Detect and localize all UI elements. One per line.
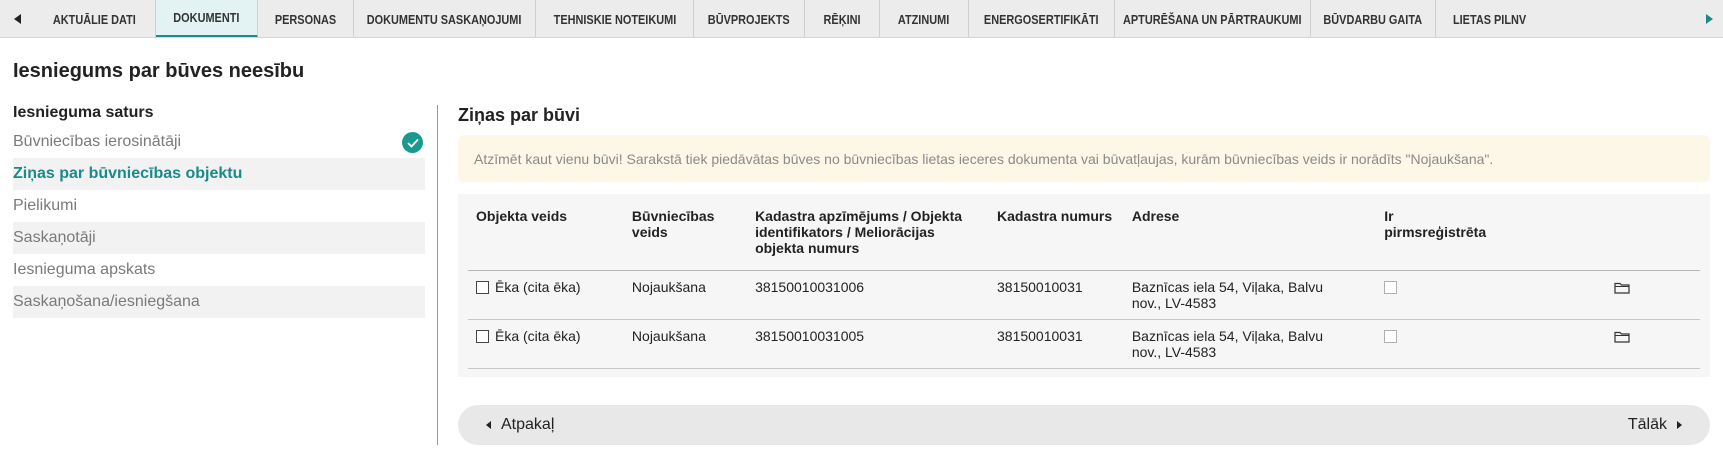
col-header-address: Adrese	[1123, 204, 1377, 271]
tab-label: TEHNISKIE NOTEIKUMI	[553, 11, 676, 27]
folder-icon[interactable]	[1614, 330, 1630, 343]
cell-cadastre-designation: 38150010031006	[747, 270, 989, 320]
cell-object-type: Ēka (cita ēka)	[468, 270, 624, 320]
cell-cadastre-number: 38150010031	[989, 319, 1124, 369]
nav-item-saskanotaji[interactable]: Saskaņotāji	[13, 222, 425, 254]
tabs-list: AKTUĀLIE DATI DOKUMENTI PERSONAS DOKUMEN…	[34, 0, 1556, 37]
tab-dokumenti[interactable]: DOKUMENTI	[156, 0, 258, 37]
buildings-table: Objekta veids Būvniecības veids Kadastra…	[468, 204, 1700, 369]
tab-tehniskie-noteikumi[interactable]: TEHNISKIE NOTEIKUMI	[536, 0, 694, 37]
tab-bar: AKTUĀLIE DATI DOKUMENTI PERSONAS DOKUMEN…	[0, 0, 1723, 38]
nav-item-zinas-par-buvniecibas-objektu[interactable]: Ziņas par būvniecības objektu	[13, 158, 425, 190]
nav-item-saskanosana-iesniegsana[interactable]: Saskaņošana/iesniegšana	[13, 286, 425, 318]
nav-item-label: Ziņas par būvniecības objektu	[13, 165, 243, 182]
cell-pre-registered	[1376, 319, 1607, 369]
nav-heading: Iesnieguma saturs	[13, 104, 154, 121]
tab-personas[interactable]: PERSONAS	[258, 0, 354, 37]
tab-label: DOKUMENTU SASKAŅOJUMI	[367, 11, 522, 27]
tab-dokumentu-saskanojumi[interactable]: DOKUMENTU SASKAŅOJUMI	[354, 0, 536, 37]
chevron-left-icon	[13, 13, 21, 24]
tab-label: ENERGOSERTIFIKĀTI	[984, 11, 1099, 27]
chevron-right-icon	[1677, 421, 1682, 429]
pre-registered-checkbox	[1384, 329, 1398, 343]
application-steps-nav: Iesnieguma saturs Būvniecības ierosinātā…	[13, 104, 425, 318]
nav-item-pielikumi[interactable]: Pielikumi	[13, 190, 425, 222]
col-header-object-type: Objekta veids	[468, 204, 624, 271]
table-row: Ēka (cita ēka) Nojaukšana 38150010031006…	[468, 270, 1700, 320]
tab-label: ATZINUMI	[898, 11, 950, 27]
tabs-scroll-left-button[interactable]	[0, 0, 34, 37]
cell-address: Baznīcas iela 54, Viļaka, Balvu nov., LV…	[1123, 270, 1377, 320]
row-select-checkbox[interactable]	[476, 329, 489, 343]
tab-label: PERSONAS	[274, 11, 337, 27]
cell-actions	[1606, 270, 1700, 320]
nav-item-buvniecibas-ierosinataji[interactable]: Būvniecības ierosinātāji	[13, 126, 425, 158]
object-type-text: Ēka (cita ēka)	[495, 278, 581, 295]
col-header-construction-type: Būvniecības veids	[623, 204, 748, 271]
cell-address: Baznīcas iela 54, Viļaka, Balvu nov., LV…	[1123, 319, 1377, 369]
object-type-text: Ēka (cita ēka)	[495, 327, 581, 344]
folder-icon[interactable]	[1614, 281, 1630, 294]
col-header-cadastre-number: Kadastra numurs	[989, 204, 1124, 271]
buildings-table-container: Objekta veids Būvniecības veids Kadastra…	[458, 194, 1710, 377]
cell-object-type: Ēka (cita ēka)	[468, 319, 624, 369]
notice-text: Atzīmēt kaut vienu būvi! Sarakstā tiek p…	[474, 150, 1494, 167]
step-pager: Atpakaļ Tālāk	[458, 405, 1710, 445]
tab-lietas-pilnvaras[interactable]: LIETAS PILNV	[1436, 0, 1556, 37]
tab-label: APTURĒŠANA UN PĀRTRAUKUMI	[1123, 11, 1302, 27]
col-header-pre-registered: Ir pirmsreģistrēta	[1376, 204, 1607, 271]
tab-label: RĒĶINI	[823, 11, 861, 27]
next-button[interactable]: Tālāk	[1628, 416, 1682, 434]
cell-pre-registered	[1376, 270, 1607, 320]
notice-banner: Atzīmēt kaut vienu būvi! Sarakstā tiek p…	[458, 135, 1710, 182]
cell-cadastre-number: 38150010031	[989, 270, 1124, 320]
nav-item-label: Saskaņošana/iesniegšana	[13, 293, 200, 310]
tab-aktualie-dati[interactable]: AKTUĀLIE DATI	[34, 0, 156, 37]
tab-label: DOKUMENTI	[173, 10, 240, 25]
tab-apturesana-un-partraukumi[interactable]: APTURĒŠANA UN PĀRTRAUKUMI	[1115, 0, 1311, 37]
tab-atzinumi[interactable]: ATZINUMI	[880, 0, 969, 37]
nav-item-iesnieguma-apskats[interactable]: Iesnieguma apskats	[13, 254, 425, 286]
chevron-left-icon	[486, 421, 491, 429]
tab-label: BŪVDARBU GAITA	[1323, 11, 1423, 27]
row-select-checkbox[interactable]	[476, 280, 489, 294]
next-button-label: Tālāk	[1627, 416, 1667, 433]
tab-rekini[interactable]: RĒĶINI	[805, 0, 880, 37]
tab-buvdarbu-gaita[interactable]: BŪVDARBU GAITA	[1311, 0, 1436, 37]
tabs-scroll-right-button[interactable]	[1695, 0, 1723, 37]
cell-construction-type: Nojaukšana	[623, 270, 748, 320]
back-button-label: Atpakaļ	[501, 416, 555, 433]
col-header-actions	[1606, 204, 1700, 271]
nav-item-label: Būvniecības ierosinātāji	[13, 133, 182, 150]
tab-label: LIETAS PILNV	[1452, 11, 1527, 27]
cell-cadastre-designation: 38150010031005	[747, 319, 989, 369]
section-title: Ziņas par būvi	[458, 105, 581, 125]
tab-energosertifikati[interactable]: ENERGOSERTIFIKĀTI	[969, 0, 1115, 37]
col-header-cadastre-designation: Kadastra apzīmējums / Objekta identifika…	[747, 204, 989, 271]
nav-item-label: Iesnieguma apskats	[13, 261, 156, 278]
pre-registered-checkbox	[1384, 280, 1398, 294]
cell-construction-type: Nojaukšana	[623, 319, 748, 369]
tab-label: BŪVPROJEKTS	[708, 11, 790, 27]
nav-item-label: Pielikumi	[13, 197, 78, 214]
table-row: Ēka (cita ēka) Nojaukšana 38150010031005…	[468, 319, 1700, 369]
chevron-right-icon	[1705, 14, 1713, 24]
cell-actions	[1606, 319, 1700, 369]
back-button[interactable]: Atpakaļ	[486, 416, 554, 434]
nav-item-label: Saskaņotāji	[13, 229, 96, 246]
tab-buvprojekts[interactable]: BŪVPROJEKTS	[694, 0, 805, 37]
table-header-row: Objekta veids Būvniecības veids Kadastra…	[468, 204, 1700, 271]
check-icon	[402, 132, 423, 153]
tab-label: AKTUĀLIE DATI	[53, 11, 136, 27]
vertical-divider	[437, 105, 438, 445]
page-title: Iesniegums par būves neesību	[13, 60, 305, 82]
